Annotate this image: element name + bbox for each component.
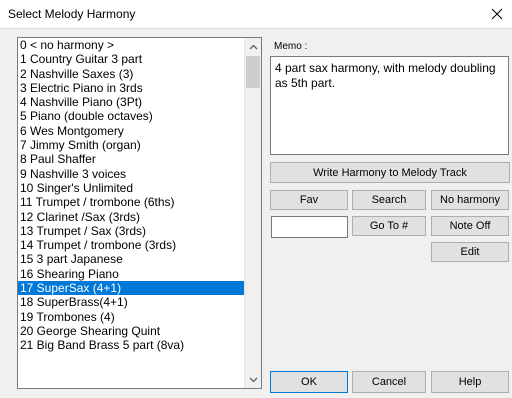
list-item[interactable]: 11 Trumpet / trombone (6ths)	[18, 195, 245, 209]
list-item[interactable]: 18 SuperBrass(4+1)	[18, 295, 245, 309]
scroll-down-button[interactable]	[245, 371, 261, 388]
list-item[interactable]: 12 Clarinet /Sax (3rds)	[18, 210, 245, 224]
list-item[interactable]: 19 Trombones (4)	[18, 310, 245, 324]
list-item[interactable]: 7 Jimmy Smith (organ)	[18, 138, 245, 152]
ok-button[interactable]: OK	[270, 371, 348, 393]
list-item[interactable]: 8 Paul Shaffer	[18, 152, 245, 166]
list-item[interactable]: 3 Electric Piano in 3rds	[18, 81, 245, 95]
list-item[interactable]: 21 Big Band Brass 5 part (8va)	[18, 338, 245, 352]
window-title: Select Melody Harmony	[8, 7, 136, 21]
goto-number-input[interactable]	[271, 216, 348, 238]
list-item[interactable]: 5 Piano (double octaves)	[18, 109, 245, 123]
edit-button[interactable]: Edit	[431, 242, 509, 262]
title-bar: Select Melody Harmony	[0, 0, 512, 29]
fav-button[interactable]: Fav	[270, 190, 348, 210]
scrollbar-thumb[interactable]	[246, 56, 260, 88]
list-item[interactable]: 1 Country Guitar 3 part	[18, 52, 245, 66]
cancel-button[interactable]: Cancel	[352, 371, 426, 393]
write-harmony-button[interactable]: Write Harmony to Melody Track	[270, 162, 510, 183]
go-to-button[interactable]: Go To #	[352, 216, 426, 236]
list-item[interactable]: 9 Nashville 3 voices	[18, 167, 245, 181]
select-melody-harmony-dialog: Select Melody Harmony 0 < no harmony >1 …	[0, 0, 512, 398]
list-item[interactable]: 6 Wes Montgomery	[18, 124, 245, 138]
close-icon	[491, 8, 503, 20]
close-button[interactable]	[482, 0, 512, 28]
list-item-selected[interactable]: 17 SuperSax (4+1)	[18, 281, 245, 296]
list-item[interactable]: 20 George Shearing Quint	[18, 324, 245, 338]
scroll-up-button[interactable]	[245, 38, 261, 55]
list-item[interactable]: 10 Singer's Unlimited	[18, 181, 245, 195]
note-off-button[interactable]: Note Off	[431, 216, 509, 236]
list-item[interactable]: 2 Nashville Saxes (3)	[18, 67, 245, 81]
list-item[interactable]: 4 Nashville Piano (3Pt)	[18, 95, 245, 109]
memo-label: Memo :	[274, 41, 308, 52]
harmony-list-items: 0 < no harmony >1 Country Guitar 3 part 2…	[18, 38, 245, 353]
chevron-up-icon	[249, 44, 257, 49]
list-item[interactable]: 0 < no harmony >	[18, 38, 245, 52]
no-harmony-button[interactable]: No harmony	[431, 190, 509, 210]
search-button[interactable]: Search	[352, 190, 426, 210]
list-item[interactable]: 16 Shearing Piano	[18, 267, 245, 281]
harmony-list[interactable]: 0 < no harmony >1 Country Guitar 3 part 2…	[17, 37, 262, 389]
list-item[interactable]: 14 Trumpet / trombone (3rds)	[18, 238, 245, 252]
memo-text: 4 part sax harmony, with melody doubling…	[270, 56, 509, 155]
list-scrollbar[interactable]	[244, 38, 261, 388]
chevron-down-icon	[249, 377, 257, 382]
help-button[interactable]: Help	[431, 371, 509, 393]
list-item[interactable]: 13 Trumpet / Sax (3rds)	[18, 224, 245, 238]
list-item[interactable]: 15 3 part Japanese	[18, 252, 245, 266]
